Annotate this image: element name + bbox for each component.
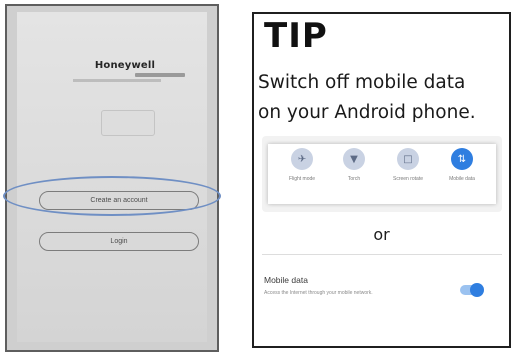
mobile-data-title: Mobile data bbox=[264, 275, 308, 285]
tip-card: TIP Switch off mobile data on your Andro… bbox=[252, 12, 511, 348]
brand-subline bbox=[135, 73, 185, 77]
qs-label: Mobile data bbox=[449, 176, 475, 182]
highlight-ellipse bbox=[3, 176, 221, 216]
login-button[interactable]: Login bbox=[39, 232, 199, 251]
quick-settings-panel: ✈ Flight mode ▼ Torch □ Screen rotate ⇅ … bbox=[262, 136, 502, 212]
rotate-icon: □ bbox=[397, 148, 419, 170]
tip-line-2: on your Android phone. bbox=[258, 102, 476, 123]
qs-label: Flight mode bbox=[288, 176, 316, 182]
qs-screen-rotate[interactable]: □ Screen rotate bbox=[388, 148, 428, 182]
placeholder-graphic bbox=[101, 110, 155, 136]
brand-tagline-bar bbox=[73, 79, 161, 82]
airplane-icon: ✈ bbox=[291, 148, 313, 170]
or-separator: or bbox=[373, 225, 390, 244]
mobile-data-setting[interactable]: Mobile data Access the Internet through … bbox=[262, 254, 502, 314]
qs-torch[interactable]: ▼ Torch bbox=[334, 148, 374, 182]
mobile-data-icon: ⇅ bbox=[451, 148, 473, 170]
tip-line-1: Switch off mobile data bbox=[258, 72, 466, 93]
toggle-knob bbox=[470, 283, 484, 297]
mobile-data-description: Access the Internet through your mobile … bbox=[264, 290, 373, 296]
mobile-data-toggle[interactable] bbox=[460, 283, 484, 297]
qs-label: Torch bbox=[347, 176, 361, 182]
qs-flight-mode[interactable]: ✈ Flight mode bbox=[282, 148, 322, 182]
flashlight-icon: ▼ bbox=[343, 148, 365, 170]
tip-text: Switch off mobile data on your Android p… bbox=[258, 68, 510, 128]
qs-mobile-data[interactable]: ⇅ Mobile data bbox=[442, 148, 482, 182]
qs-label: Screen rotate bbox=[392, 176, 424, 182]
brand-logo: Honeywell bbox=[94, 60, 156, 71]
tip-title: TIP bbox=[264, 16, 328, 56]
